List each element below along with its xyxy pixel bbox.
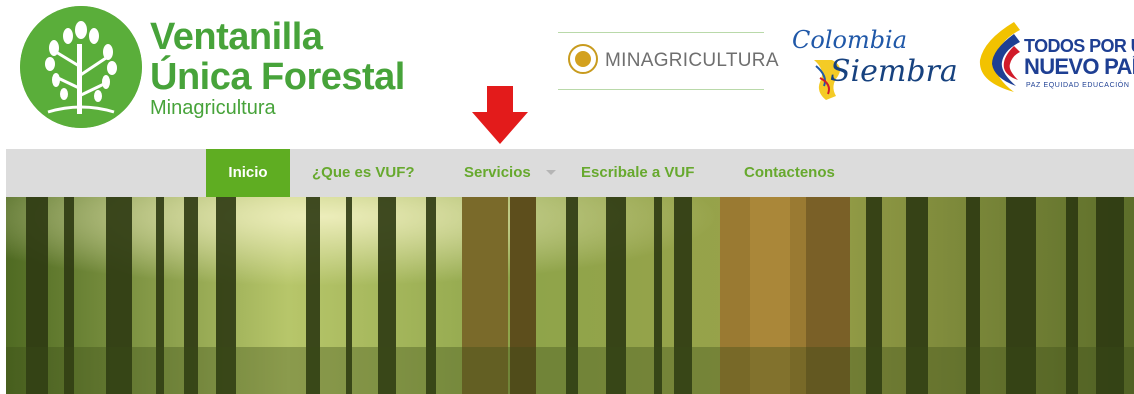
forest-image: [6, 197, 1134, 394]
nav-item-que-es-vuf[interactable]: ¿Que es VUF?: [312, 149, 415, 197]
dropdown-caret-icon[interactable]: [546, 170, 556, 175]
nav-item-inicio[interactable]: Inicio: [206, 149, 290, 197]
minagricultura-text: MINAGRICULTURA: [605, 50, 779, 71]
flag-swoosh-icon: [979, 22, 1020, 92]
colombia-text: Colombia: [792, 26, 908, 54]
nav-item-contactenos[interactable]: Contactenos: [744, 149, 835, 197]
nav-item-escribale-a-vuf[interactable]: Escribale a VUF: [581, 149, 694, 197]
hero-forest-banner: [6, 197, 1134, 394]
todos-por-un-nuevo-pais-logo[interactable]: TODOS POR UN NUEVO PAÍS PAZ EQUIDAD EDUC…: [972, 14, 1134, 100]
nuevo-pais-text: NUEVO PAÍS: [1024, 54, 1134, 79]
brand-name: Ventanilla Única Forestal Minagricultura: [150, 18, 405, 118]
brand-title-line1: Ventanilla: [150, 16, 323, 58]
minagricultura-logo[interactable]: MINAGRICULTURA: [558, 32, 779, 90]
tree-logo-icon[interactable]: [20, 6, 142, 128]
brand-subtitle: Minagricultura: [150, 97, 276, 119]
down-arrow-indicator-icon: [472, 86, 528, 144]
nav-item-servicios[interactable]: Servicios: [464, 149, 531, 197]
main-navigation: Inicio ¿Que es VUF? Servicios Escribale …: [6, 149, 1134, 197]
brand-title-line2: Única Forestal: [150, 56, 405, 98]
site-header: Ventanilla Única Forestal Minagricultura…: [0, 0, 1134, 148]
colombia-siembra-logo[interactable]: Colombia Siembra: [786, 20, 958, 104]
seal-icon: [568, 44, 598, 74]
tagline-text: PAZ EQUIDAD EDUCACIÓN: [1026, 82, 1130, 89]
siembra-text: Siembra: [830, 54, 958, 89]
